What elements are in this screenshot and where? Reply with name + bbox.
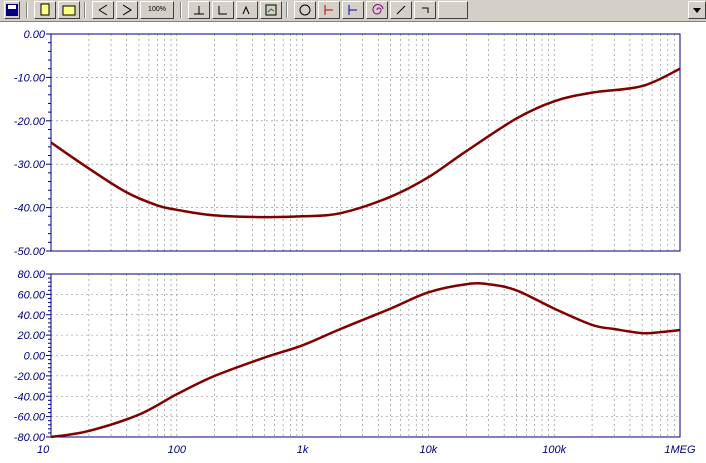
toolbar: 100%	[0, 0, 706, 22]
zoom-out-icon	[122, 4, 132, 16]
cursor-c-button[interactable]	[236, 1, 258, 19]
cursor-c-icon	[242, 5, 250, 15]
dropdown-button[interactable]	[688, 1, 706, 19]
y-tick-label: 0.00	[24, 351, 46, 363]
x-tick-label: 10	[37, 444, 50, 456]
trace-cursor-blue-button[interactable]	[342, 1, 364, 19]
x-tick-label: 100	[168, 444, 187, 456]
y-tick-label: -30.00	[14, 159, 46, 171]
cursor-a-button[interactable]	[188, 1, 210, 19]
circle-marker-button[interactable]	[294, 1, 316, 19]
save-button[interactable]	[4, 1, 20, 19]
series-line	[50, 282, 681, 439]
y-tick-label: 60.00	[17, 289, 45, 301]
circle-marker-icon	[299, 4, 311, 16]
y-tick-label: -10.00	[14, 72, 46, 84]
y-tick-label: 40.00	[17, 310, 45, 322]
y-tick-label: -80.00	[14, 432, 46, 444]
toolbar-separator	[180, 2, 182, 18]
zoom-in-icon	[98, 4, 108, 16]
x-tick-label: 1k	[297, 444, 309, 456]
undo-icon	[422, 7, 429, 13]
trace-cursor-red-icon	[324, 5, 333, 15]
series-line	[50, 67, 681, 219]
y-tick-label: -20.00	[14, 116, 46, 128]
zoom-100-button[interactable]: 100%	[140, 1, 174, 19]
cursor-b-button[interactable]	[212, 1, 234, 19]
magnitude-panel: 0.00 -10.00 -20.00 -30.00 -40.00 -50.00	[14, 29, 681, 258]
toolbar-separator	[84, 2, 86, 18]
bode-plot: 0.00 -10.00 -20.00 -30.00 -40.00 -50.00 80.00…	[14, 29, 696, 456]
zoom-out-button[interactable]	[116, 1, 138, 19]
save-icon	[6, 4, 18, 16]
x-tick-label: 1MEG	[664, 444, 696, 456]
zoom-in-button[interactable]	[92, 1, 114, 19]
open-file-icon	[62, 5, 76, 16]
x-tick-label: 100k	[542, 444, 566, 456]
zoom-100-icon: 100%	[148, 6, 166, 13]
trace-cursor-red-button[interactable]	[318, 1, 340, 19]
plot-frame	[50, 33, 681, 252]
cursor-b-icon	[218, 6, 227, 15]
y-tick-label: -50.00	[14, 246, 46, 258]
y-tick-label: 0.00	[24, 29, 46, 41]
open-file-button[interactable]	[58, 1, 80, 19]
y-tick-label: -40.00	[14, 203, 46, 215]
y-tick-label: -20.00	[14, 371, 46, 383]
graph-settings-button[interactable]	[260, 1, 282, 19]
blank-toolbar-button[interactable]	[438, 1, 468, 19]
phase-panel: 80.00 60.00 40.00 20.00 0.00 -20.00 -40.00 -60.…	[14, 269, 696, 456]
graph-settings-icon	[265, 4, 277, 16]
y-tick-label: -40.00	[14, 391, 46, 403]
y-tick-label: 20.00	[16, 330, 45, 342]
y-tick-label: 80.00	[17, 269, 45, 281]
spiral-icon	[372, 3, 384, 15]
spiral-button[interactable]	[366, 1, 388, 19]
new-file-icon	[40, 3, 50, 16]
undo-button[interactable]	[414, 1, 436, 19]
new-file-button[interactable]	[34, 1, 56, 19]
pen-button[interactable]	[390, 1, 412, 19]
trace-cursor-blue-icon	[348, 5, 357, 15]
toolbar-separator	[286, 2, 288, 18]
y-tick-label: -60.00	[14, 412, 46, 424]
x-tick-label: 10k	[420, 444, 438, 456]
dropdown-arrow-icon	[693, 8, 701, 13]
cursor-a-icon	[194, 6, 204, 15]
pen-icon	[396, 5, 406, 15]
toolbar-separator	[26, 2, 28, 18]
